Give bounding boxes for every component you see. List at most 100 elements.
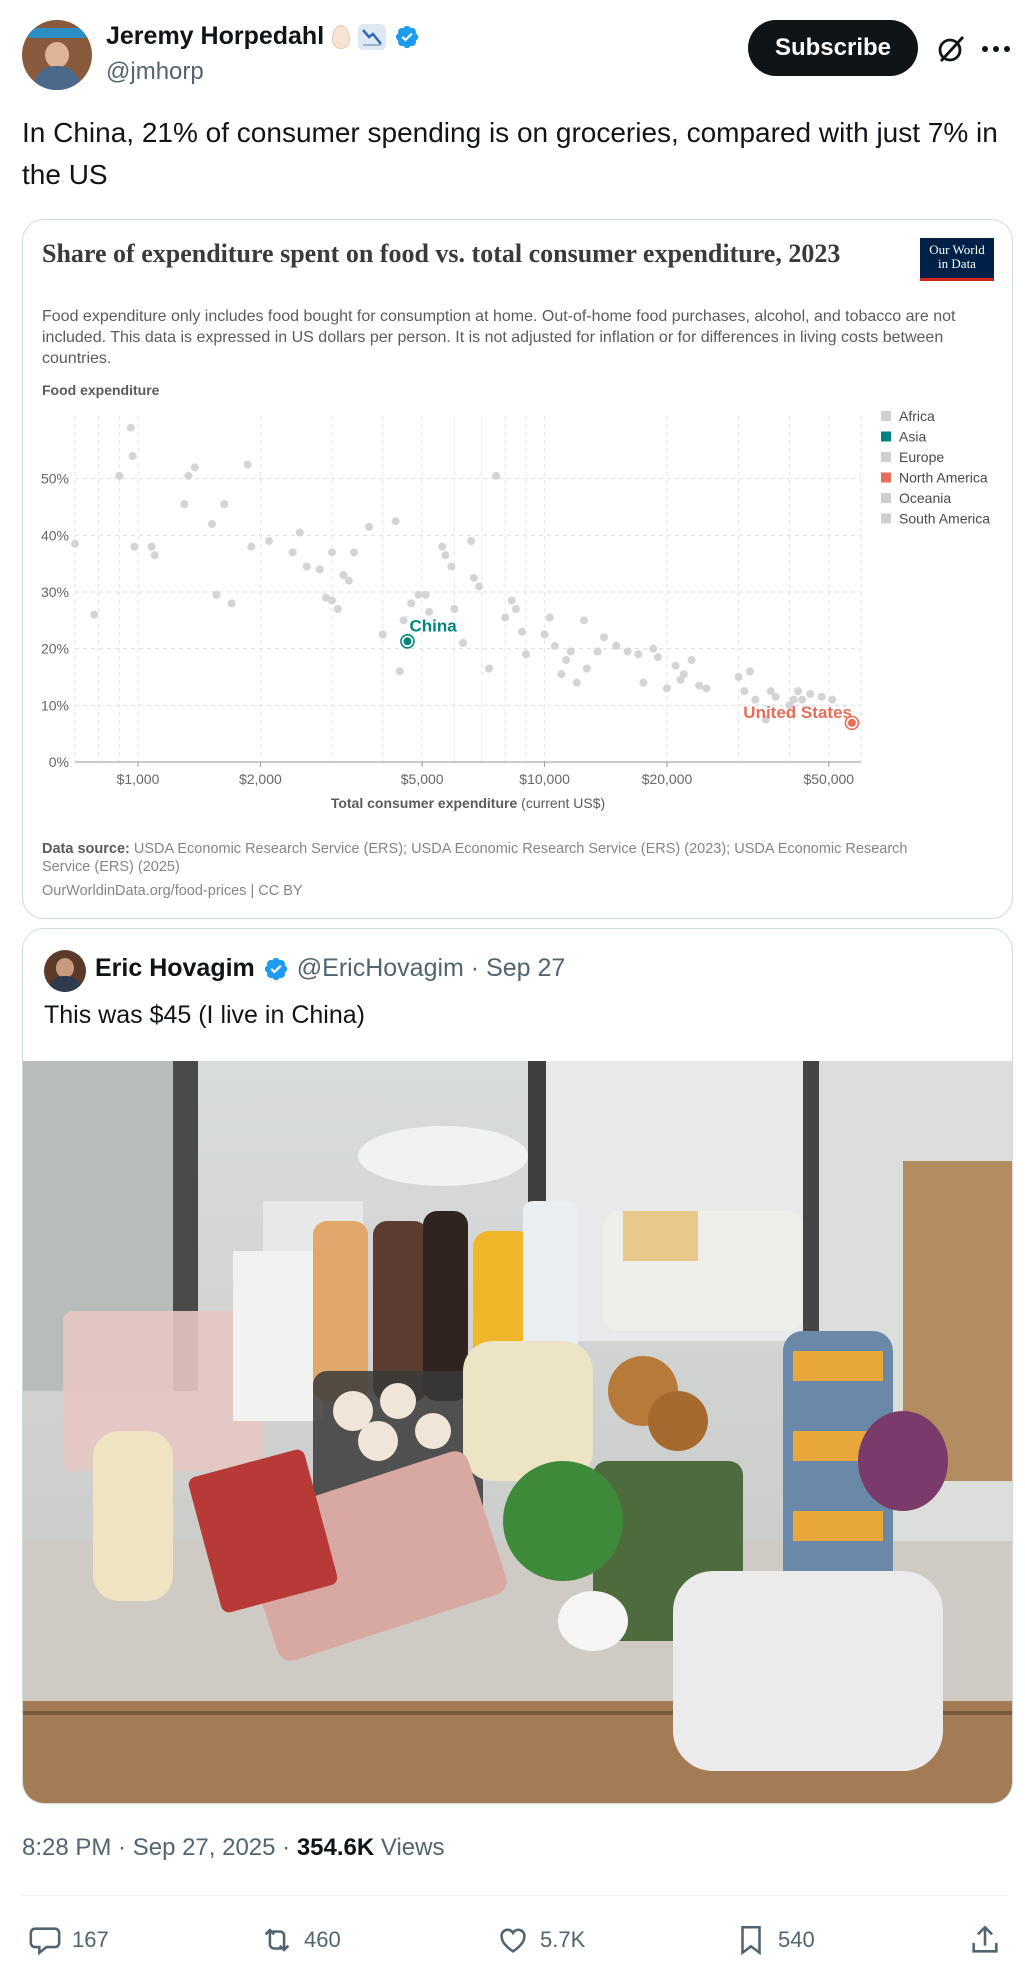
data-point	[545, 613, 554, 622]
data-point	[702, 684, 711, 693]
data-point	[441, 551, 450, 560]
data-point	[794, 687, 803, 696]
y-tick-label: 0%	[49, 754, 69, 770]
data-point	[740, 687, 749, 696]
tweet-header: Jeremy Horpedahl @jmhorp Subscribe	[22, 20, 1010, 90]
data-point	[469, 573, 478, 582]
reply-button[interactable]: 167	[28, 1918, 109, 1962]
share-button[interactable]	[968, 1918, 1002, 1962]
data-point	[247, 542, 256, 551]
data-point	[806, 690, 815, 698]
heart-icon	[500, 1928, 526, 1953]
owid-logo: Our World in Data	[920, 238, 994, 281]
legend-swatch	[881, 513, 891, 524]
reply-icon	[29, 1927, 61, 1956]
data-point	[421, 590, 430, 599]
data-point	[507, 596, 516, 605]
data-point	[315, 565, 324, 574]
x-tick-label: $2,000	[239, 771, 282, 787]
data-point	[365, 522, 374, 531]
data-point	[147, 542, 156, 551]
legend-label: Asia	[899, 429, 926, 445]
divider	[22, 1895, 1007, 1896]
data-point	[414, 590, 423, 599]
share-icon	[972, 1925, 998, 1953]
chart-subtitle: Food expenditure only includes food boug…	[42, 308, 956, 367]
grok-icon[interactable]	[936, 34, 966, 64]
data-point	[378, 630, 387, 639]
like-button[interactable]: 5.7K	[496, 1918, 585, 1962]
data-point	[557, 670, 566, 679]
quoted-handle-date[interactable]: @EricHovagim · Sep 27	[297, 954, 566, 983]
x-tick-label: $10,000	[519, 771, 570, 787]
timestamp-text[interactable]: 8:28 PM · Sep 27, 2025 ·	[22, 1834, 297, 1861]
data-point	[190, 463, 199, 472]
data-point	[580, 616, 589, 625]
data-point	[540, 630, 549, 639]
data-point	[662, 684, 671, 693]
data-point	[327, 596, 336, 605]
highlight-point	[403, 637, 412, 646]
data-point	[566, 647, 575, 656]
tweet-text: In China, 21% of consumer spending is on…	[22, 117, 998, 190]
data-point	[126, 423, 135, 432]
data-point	[115, 471, 124, 480]
data-point	[653, 653, 662, 662]
data-point	[671, 661, 680, 670]
data-point	[184, 471, 193, 480]
legend-swatch	[881, 472, 891, 483]
author-handle[interactable]: @jmhorp	[106, 58, 204, 86]
quoted-tweet[interactable]: Eric Hovagim @EricHovagim · Sep 27 This …	[22, 928, 1013, 1804]
reply-count: 167	[72, 1927, 109, 1952]
like-count: 5.7K	[540, 1927, 586, 1952]
subscribe-button[interactable]: Subscribe	[748, 20, 918, 76]
data-point	[600, 633, 609, 642]
quoted-author-name[interactable]: Eric Hovagim	[95, 954, 255, 983]
data-point	[492, 471, 501, 480]
data-point	[450, 605, 459, 613]
y-tick-label: 40%	[41, 527, 69, 543]
data-point	[227, 599, 236, 608]
x-tick-label: $20,000	[642, 771, 693, 787]
groceries-photo[interactable]	[23, 1061, 1013, 1804]
highlight-label: United States	[743, 703, 852, 722]
data-point	[593, 647, 602, 656]
highlight-label: China	[409, 616, 457, 635]
data-point	[425, 607, 434, 616]
bookmark-button[interactable]: 540	[734, 1918, 815, 1962]
data-point	[817, 692, 826, 701]
data-point	[501, 613, 510, 622]
quoted-author-avatar[interactable]	[44, 950, 86, 992]
author-name[interactable]: Jeremy Horpedahl	[106, 22, 324, 51]
chart-source: Data source: USDA Economic Research Serv…	[42, 841, 908, 875]
legend-label: South America	[899, 511, 990, 527]
repost-count: 460	[304, 1927, 341, 1952]
egg-emoji-icon	[332, 24, 351, 49]
more-options-icon[interactable]	[982, 42, 1010, 56]
data-point	[649, 644, 658, 653]
y-axis-label: Food expenditure	[42, 382, 160, 398]
chart-image-card[interactable]: Share of expenditure spent on food vs. t…	[22, 219, 1013, 919]
legend-swatch	[881, 493, 891, 503]
y-tick-label: 10%	[41, 697, 69, 713]
repost-button[interactable]: 460	[260, 1918, 341, 1962]
data-point	[295, 528, 304, 537]
data-point	[582, 664, 591, 673]
data-point	[459, 639, 468, 647]
data-point	[572, 678, 581, 687]
author-name-row: Jeremy Horpedahl	[106, 22, 420, 51]
author-avatar[interactable]	[22, 20, 92, 90]
action-bar: 167 460 5.7K 540	[22, 1918, 1007, 1962]
data-point	[180, 500, 189, 509]
data-point	[395, 667, 404, 676]
legend-swatch	[881, 411, 891, 421]
legend-label: Europe	[899, 449, 944, 465]
data-point	[521, 650, 530, 659]
chart-title: Share of expenditure spent on food vs. t…	[42, 239, 841, 268]
x-tick-label: $1,000	[117, 771, 160, 787]
data-point	[350, 548, 359, 557]
data-point	[447, 562, 456, 571]
data-point	[518, 627, 527, 636]
legend-label: Africa	[899, 408, 935, 424]
data-point	[150, 551, 159, 560]
